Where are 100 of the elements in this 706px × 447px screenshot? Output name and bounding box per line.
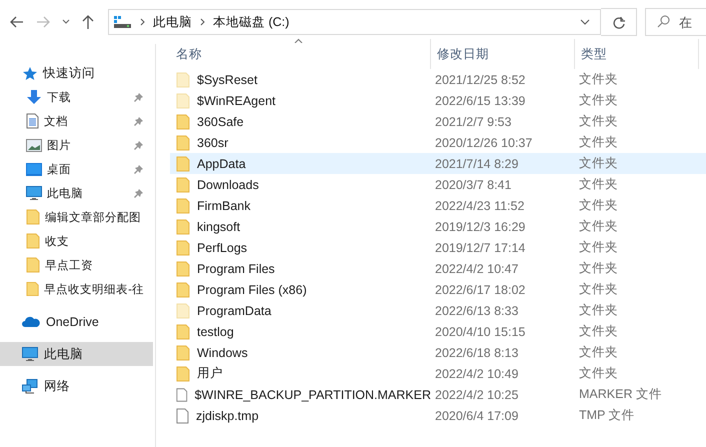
date-cell-text: 2020/4/10 15:15 [434,324,526,338]
chevron-down-icon [62,19,70,25]
sidebar-item[interactable]: 编辑文章部分配图 [0,205,153,229]
type-cell-text: 文件夹 [578,71,619,88]
refresh-button[interactable] [601,8,637,36]
file-name: $WINRE_BACKUP_PARTITION.MARKER [194,388,431,402]
date-cell-text: 2020/12/26 10:37 [434,136,534,150]
file-name: $WinREAgent [197,94,276,108]
type-cell-text: MARKER 文件 [578,386,663,403]
sidebar-item[interactable]: 下载 [0,85,153,109]
date-cell-text: 2019/12/3 16:29 [434,220,526,234]
file-name: Program Files (x86) [197,282,307,296]
column-header[interactable]: 类型 [575,39,699,69]
date-cell-text: 2020/3/7 8:41 [434,178,512,192]
down-arrow-icon [26,89,42,105]
type-cell-text: 文件夹 [578,365,619,382]
sort-caret-icon [294,38,303,43]
pin-icon [133,188,144,198]
type-cell-text: 文件夹 [578,113,619,130]
file-row[interactable]: zjdiskp.tmp 2020/6/4 17:09 TMP 文件 [170,405,706,426]
sidebar-item[interactable]: 桌面 [0,157,153,181]
sidebar-item[interactable]: 收支 [0,229,153,253]
date-cell-text: 2022/6/17 18:02 [434,282,526,296]
file-name: 用户 [197,365,223,382]
file-row[interactable]: testlog 2020/4/10 15:15 文件夹 [170,321,706,342]
file-name: Downloads [197,178,259,192]
star-icon [22,66,37,80]
type-cell-text: 文件夹 [578,281,619,298]
file-row[interactable]: Program Files 2022/4/2 10:47 文件夹 [170,258,706,279]
file-row[interactable]: PerfLogs 2019/12/7 17:14 文件夹 [170,237,706,258]
column-header[interactable]: 名称 [170,39,431,69]
picture-icon [26,138,42,152]
forward-arrow-icon [36,16,50,28]
file-row[interactable]: Program Files (x86) 2022/6/17 18:02 文件夹 [170,279,706,300]
date-cell-text: 2022/6/13 8:33 [434,304,520,318]
file-row[interactable]: ProgramData 2022/6/13 8:33 文件夹 [170,300,706,321]
sidebar-item[interactable]: OneDrive [0,310,153,334]
desktop-icon [26,162,42,176]
type-cell-text: 文件夹 [578,176,619,193]
chevron-down-icon [580,19,590,25]
date-cell-text: 2021/12/25 8:52 [434,72,526,86]
file-name: 360sr [197,136,228,150]
date-cell-text: 2020/6/4 17:09 [434,408,520,422]
file-row[interactable]: Windows 2022/6/18 8:13 文件夹 [170,342,706,363]
date-cell-text: 2021/7/14 8:29 [434,156,520,170]
file-name: testlog [197,324,234,338]
date-cell-text: 2022/6/18 8:13 [434,346,520,360]
monitor-icon [22,346,38,362]
pin-icon [133,140,144,150]
folder-icon [26,281,40,297]
file-name: AppData [197,156,246,170]
breadcrumb[interactable]: 本地磁盘 (C:) [213,14,290,30]
file-row[interactable]: AppData 2021/7/14 8:29 文件夹 [170,153,706,174]
file-row[interactable]: kingsoft 2019/12/3 16:29 文件夹 [170,216,706,237]
up-arrow-icon [82,15,94,29]
sidebar-item[interactable]: 快速访问 [0,61,153,85]
folder-icon [26,233,40,249]
breadcrumb[interactable]: 此电脑 [153,14,192,30]
refresh-icon [612,16,624,28]
date-cell-text: 2021/2/7 9:53 [434,114,512,128]
file-name: zjdiskp.tmp [196,408,259,422]
sidebar-item[interactable]: 网络 [0,374,153,398]
type-cell-text: 文件夹 [578,197,619,214]
file-row[interactable]: Downloads 2020/3/7 8:41 文件夹 [170,174,706,195]
file-row[interactable]: 用户 2022/4/2 10:49 文件夹 [170,363,706,384]
address-bar[interactable]: 此电脑 本地磁盘 (C:) [108,9,601,35]
search-icon [657,15,670,28]
sidebar-item[interactable]: 此电脑 [0,181,153,205]
date-cell-text: 2022/4/2 10:49 [434,366,520,380]
chevron-right-icon [140,18,145,26]
file-name: 360Safe [197,114,244,128]
file-name: ProgramData [197,304,272,318]
file-row[interactable]: FirmBank 2022/4/23 11:52 文件夹 [170,195,706,216]
sidebar-item[interactable]: 早点收支明细表-往 [0,277,153,301]
sidebar-item[interactable]: 文档 [0,109,153,133]
type-cell-text: 文件夹 [578,155,619,172]
date-cell-text: 2022/4/2 10:47 [434,262,520,276]
drive-icon [114,15,132,29]
file-row[interactable]: 360Safe 2021/2/7 9:53 文件夹 [170,111,706,132]
sidebar-item[interactable]: 图片 [0,133,153,157]
file-row[interactable]: $WINRE_BACKUP_PARTITION.MARKER 2022/4/2 10:25 MARKER 文件 [170,384,706,405]
back-arrow-icon [10,16,24,28]
file-row[interactable]: $WinREAgent 2022/6/15 13:39 文件夹 [170,90,706,111]
type-cell-text: 文件夹 [578,92,619,109]
type-cell-text: 文件夹 [578,218,619,235]
network-icon [22,378,38,394]
file-name: $SysReset [197,72,258,86]
file-row[interactable]: $SysReset 2021/12/25 8:52 文件夹 [170,69,706,90]
pin-icon [133,164,144,174]
column-header[interactable]: 修改日期 [431,39,575,69]
file-row[interactable]: 360sr 2020/12/26 10:37 文件夹 [170,132,706,153]
pin-icon [133,92,144,102]
type-cell-text: TMP 文件 [578,407,636,424]
sidebar-item[interactable]: 早点工资 [0,253,153,277]
cloud-icon [22,316,40,328]
type-cell-text: 文件夹 [578,134,619,151]
type-cell-text: 文件夹 [578,323,619,340]
search-field[interactable]: 在 [645,8,706,36]
sidebar-item[interactable]: 此电脑 [0,342,153,366]
document-icon [26,113,39,129]
